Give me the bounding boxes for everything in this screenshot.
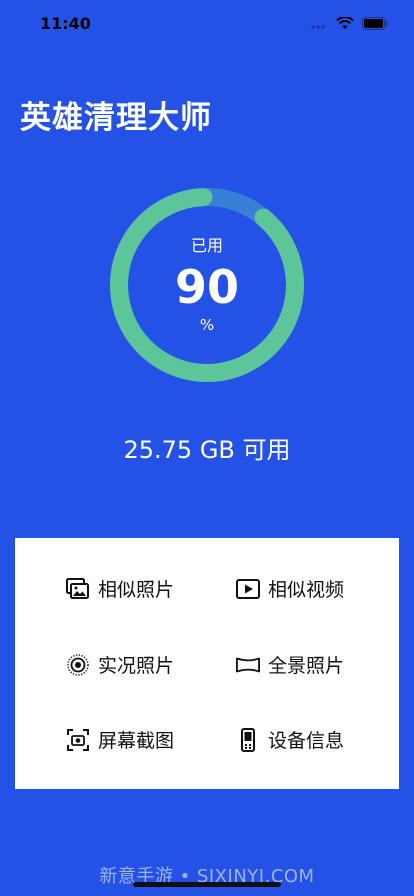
similar-photos-button[interactable]: 相似照片 (66, 575, 174, 602)
status-time: 11:40 (40, 14, 91, 33)
similar-videos-label: 相似视频 (268, 579, 345, 601)
panorama-photos-label: 全景照片 (268, 655, 345, 677)
signal-icon (310, 15, 328, 34)
used-percent: 90 (174, 260, 239, 314)
wifi-icon (336, 15, 354, 34)
storage-gauge: 已用 90 % (108, 186, 306, 384)
app-title: 英雄清理大师 (20, 100, 212, 136)
status-bar: 11:40 (0, 0, 414, 48)
status-icons (310, 15, 388, 34)
home-indicator (133, 882, 281, 887)
device-info-label: 设备信息 (268, 730, 345, 752)
percent-unit: % (199, 316, 215, 334)
screenshots-label: 屏幕截图 (98, 730, 175, 752)
similar-photos-label: 相似照片 (98, 579, 175, 601)
phone-icon (236, 727, 260, 752)
similar-videos-button[interactable]: 相似视频 (236, 575, 344, 602)
available-storage: 25.75 GB 可用 (123, 436, 291, 464)
panorama-photos-button[interactable]: 全景照片 (236, 651, 344, 678)
live-photo-icon (66, 653, 90, 677)
video-icon (236, 577, 260, 601)
live-photos-label: 实况照片 (98, 655, 175, 677)
photos-icon (66, 577, 90, 601)
device-info-button[interactable]: 设备信息 (236, 726, 344, 753)
panorama-icon (236, 653, 260, 677)
screenshots-button[interactable]: 屏幕截图 (66, 726, 174, 753)
live-photos-button[interactable]: 实况照片 (66, 651, 174, 678)
feature-menu-card: 相似照片 相似视频 实况照片 全景照片 屏幕截图 设备信息 (15, 538, 399, 789)
battery-icon (362, 15, 388, 34)
screenshot-icon (66, 728, 90, 752)
used-label: 已用 (190, 236, 223, 255)
